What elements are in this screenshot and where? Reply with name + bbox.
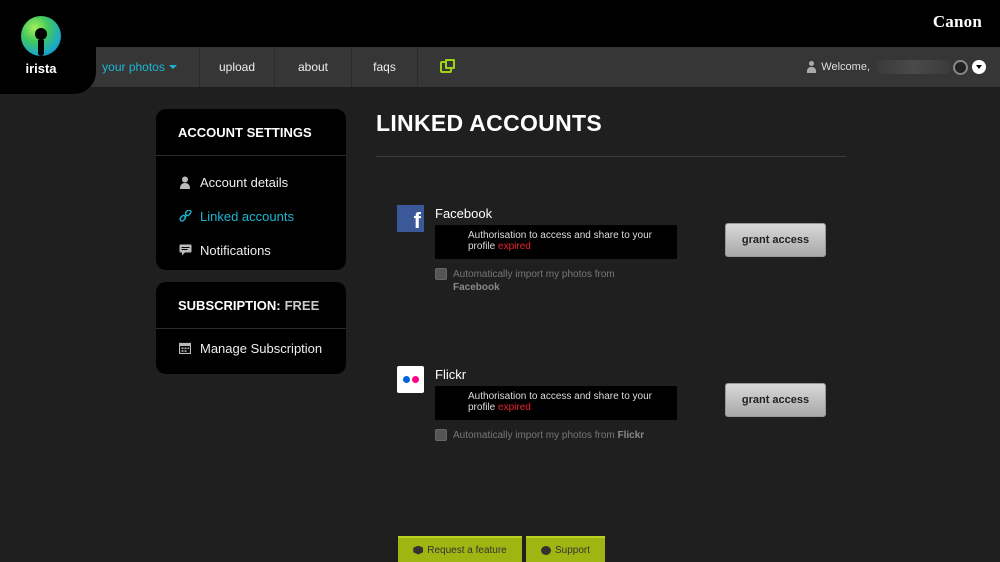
linked-account-facebook: f Facebook Authorisation to access and s…: [397, 205, 837, 300]
auto-import-label: Automatically import my photos from Flic…: [453, 429, 713, 442]
auto-import-checkbox[interactable]: [435, 429, 447, 441]
link-icon: [178, 209, 192, 223]
sidebar-item-manage-subscription[interactable]: Manage Subscription: [156, 331, 346, 365]
sidebar-item-label: Linked accounts: [200, 208, 294, 224]
subscription-title: SUBSCRIPTION:: [178, 297, 281, 313]
sidebar-item-label: Account details: [200, 174, 289, 190]
subscription-heading: SUBSCRIPTION: FREE: [156, 282, 346, 329]
user-menu-button[interactable]: [972, 60, 986, 74]
flickr-icon: [397, 366, 424, 393]
status-badge: expired: [498, 241, 531, 252]
nav-upload-label: upload: [218, 60, 256, 74]
irista-logo-icon: [21, 16, 61, 56]
subscription-panel: SUBSCRIPTION: FREE Manage Subscription: [156, 282, 346, 374]
nav-about-label: about: [297, 60, 329, 74]
request-feature-button[interactable]: Request a feature: [398, 536, 522, 562]
grant-access-button[interactable]: grant access: [725, 383, 826, 417]
chat-icon: [540, 545, 551, 555]
irista-logo[interactable]: irista: [0, 0, 96, 94]
sidebar-item-label: Manage Subscription: [200, 340, 323, 356]
welcome-text: Welcome,: [821, 61, 870, 73]
sidebar-item-linked-accounts[interactable]: Linked accounts: [156, 199, 346, 233]
auto-import-service: Flickr: [617, 430, 645, 441]
nav-pages[interactable]: [418, 47, 474, 87]
auth-text: Authorisation to access and share to you…: [468, 230, 652, 252]
logo-text: irista: [25, 61, 57, 76]
calendar-icon: [178, 341, 192, 355]
auth-status-box: Authorisation to access and share to you…: [435, 225, 677, 259]
nav-faqs-label: faqs: [373, 60, 396, 74]
grant-access-button[interactable]: grant access: [725, 223, 826, 257]
user-menu[interactable]: Welcome,: [806, 47, 986, 87]
notification-icon: [178, 243, 192, 257]
auto-import-text: Automatically import my photos from: [453, 430, 615, 441]
linked-account-flickr: Flickr Authorisation to access and share…: [397, 366, 837, 446]
user-icon: [178, 175, 192, 189]
canon-brand-logo: Canon: [932, 12, 982, 31]
main-nav: your photos upload about faqs: [80, 47, 474, 87]
account-settings-heading: ACCOUNT SETTINGS: [156, 109, 346, 156]
auth-status-box: Authorisation to access and share to you…: [435, 386, 677, 420]
subscription-plan: FREE: [284, 297, 320, 313]
sidebar-item-notifications[interactable]: Notifications: [156, 233, 346, 267]
chevron-down-icon: [168, 65, 177, 69]
status-badge: expired: [498, 402, 531, 413]
nav-upload[interactable]: upload: [200, 47, 275, 87]
top-bar: [0, 0, 1000, 47]
sidebar-item-account-details[interactable]: Account details: [156, 165, 346, 199]
box-icon: [413, 545, 424, 555]
sidebar-item-label: Notifications: [200, 242, 271, 258]
pages-icon: [440, 59, 455, 73]
auto-import-label: Automatically import my photos from Face…: [453, 268, 653, 294]
divider: [376, 156, 846, 157]
service-name: Flickr: [435, 367, 467, 382]
support-button[interactable]: Support: [526, 536, 605, 562]
request-feature-label: Request a feature: [427, 544, 507, 556]
nav-faqs[interactable]: faqs: [352, 47, 418, 87]
user-icon: [806, 61, 817, 73]
account-settings-panel: ACCOUNT SETTINGS Account details Linked …: [156, 109, 346, 270]
nav-your-photos-label: your photos: [102, 60, 165, 74]
nav-about[interactable]: about: [275, 47, 352, 87]
support-label: Support: [554, 544, 591, 556]
auth-text: Authorisation to access and share to you…: [468, 391, 652, 413]
facebook-icon: f: [397, 205, 424, 232]
nav-your-photos[interactable]: your photos: [80, 47, 200, 87]
service-name: Facebook: [435, 206, 493, 221]
page-title: LINKED ACCOUNTS: [376, 110, 602, 136]
auto-import-text: Automatically import my photos from: [453, 269, 615, 280]
chevron-down-icon: [976, 65, 982, 69]
user-name-redacted: [876, 60, 951, 74]
auto-import-checkbox[interactable]: [435, 268, 447, 280]
auto-import-service: Facebook: [453, 282, 500, 293]
avatar[interactable]: [953, 59, 968, 75]
